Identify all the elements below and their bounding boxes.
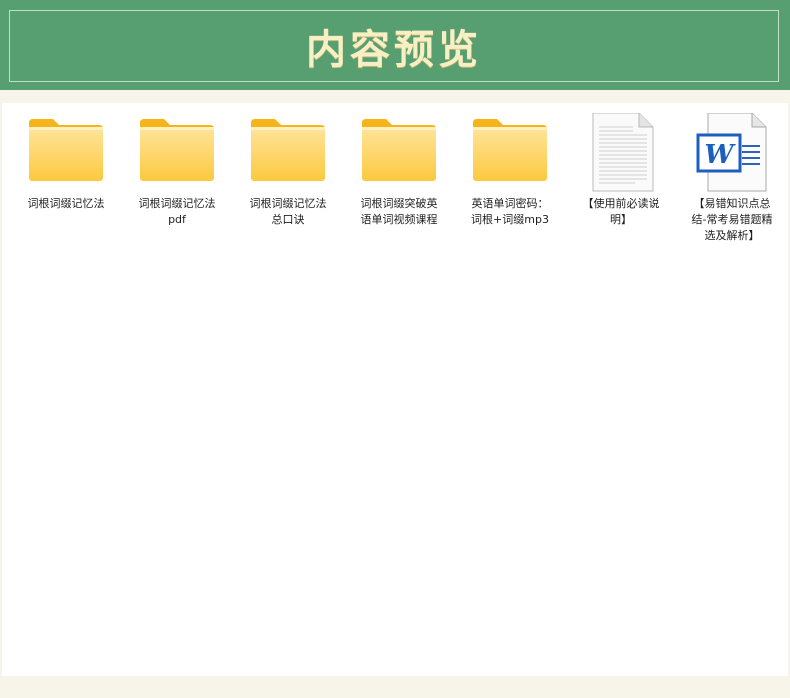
- file-name: 词根词缀记忆法: [27, 197, 105, 210]
- text-document-icon: [581, 112, 661, 193]
- file-item-folder[interactable]: 词根词缀记忆法: [18, 113, 114, 212]
- folder-icon: [470, 113, 550, 193]
- file-name: 词根词缀记忆法 pdf: [138, 197, 216, 226]
- page-title: 内容预览: [306, 26, 482, 73]
- file-name: 词根词缀突破英 语单词视频课程: [360, 197, 438, 226]
- file-name: 词根词缀记忆法 总口诀: [249, 197, 327, 226]
- file-item-folder[interactable]: 词根词缀突破英 语单词视频课程: [351, 113, 447, 228]
- file-item-word-document[interactable]: W 【易错知识点总 结-常考易错题精 选及解析】: [684, 112, 780, 244]
- banner-frame: 内容预览: [9, 10, 779, 82]
- file-name: 英语单词密码： 词根+词缀mp3: [471, 197, 549, 226]
- file-item-folder[interactable]: 词根词缀记忆法 总口诀: [240, 113, 336, 228]
- file-grid: 词根词缀记忆法 词根词缀记忆法 pdf 词根词缀记忆法 总口诀 词根词缀突破英 …: [2, 103, 788, 676]
- file-item-folder[interactable]: 词根词缀记忆法 pdf: [129, 113, 225, 228]
- header-banner: 内容预览: [0, 0, 790, 90]
- folder-icon: [359, 113, 439, 193]
- file-name: 【使用前必读说 明】: [582, 197, 660, 226]
- file-name: 【易错知识点总 结-常考易错题精 选及解析】: [691, 197, 773, 242]
- folder-icon: [26, 113, 106, 193]
- file-item-folder[interactable]: 英语单词密码： 词根+词缀mp3: [462, 113, 558, 228]
- svg-text:W: W: [704, 140, 736, 170]
- word-document-icon: W: [692, 112, 772, 193]
- file-item-text-document[interactable]: 【使用前必读说 明】: [573, 112, 669, 228]
- folder-icon: [248, 113, 328, 193]
- folder-icon: [137, 113, 217, 193]
